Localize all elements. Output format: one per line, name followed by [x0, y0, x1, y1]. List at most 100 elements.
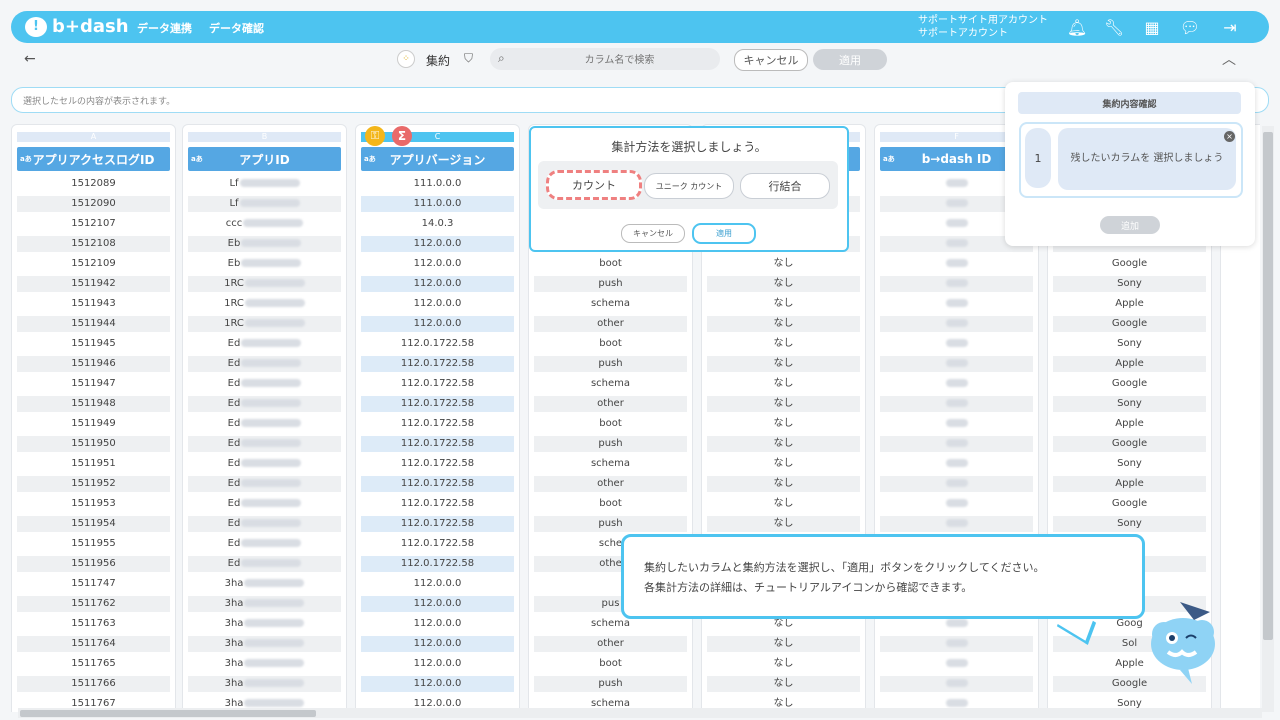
column-header[interactable]: aあ アプリバージョン	[361, 147, 514, 171]
table-cell[interactable]: 112.0.0.0	[361, 596, 514, 612]
table-cell[interactable]	[880, 516, 1033, 532]
grid-icon[interactable]: ▦	[1142, 17, 1162, 37]
cancel-button[interactable]: キャンセル	[734, 49, 808, 71]
table-cell[interactable]: 112.0.1722.58	[361, 336, 514, 352]
popover-cancel-button[interactable]: キャンセル	[621, 224, 685, 243]
key-icon[interactable]: ⚿	[365, 126, 385, 146]
column-c[interactable]: Caあ アプリバージョン 111.0.0.0 111.0.0.0 14.0.3 112.0…	[355, 124, 520, 712]
nav-data-check[interactable]: データ確認	[209, 20, 264, 36]
mascot-icon[interactable]	[1150, 598, 1220, 684]
table-cell[interactable]: 112.0.1722.58	[361, 496, 514, 512]
table-cell[interactable]	[880, 496, 1033, 512]
chevron-up-icon[interactable]: ︿	[1222, 49, 1236, 69]
table-cell[interactable]: 112.0.1722.58	[361, 396, 514, 412]
table-cell[interactable]	[880, 676, 1033, 692]
table-cell[interactable]: なし	[707, 256, 860, 272]
table-cell[interactable]: 1511953	[17, 496, 170, 512]
wrench-icon[interactable]: 🔧︎	[1104, 17, 1124, 37]
table-cell[interactable]: 112.0.1722.58	[361, 536, 514, 552]
table-cell[interactable]: Google	[1053, 496, 1206, 512]
table-cell[interactable]: 112.0.1722.58	[361, 476, 514, 492]
table-cell[interactable]: 112.0.0.0	[361, 236, 514, 252]
vertical-scroll-thumb[interactable]	[1263, 132, 1273, 640]
table-cell[interactable]: 1511948	[17, 396, 170, 412]
table-cell[interactable]: なし	[707, 376, 860, 392]
table-cell[interactable]: other	[534, 636, 687, 652]
table-cell[interactable]	[880, 636, 1033, 652]
table-cell[interactable]: 1511955	[17, 536, 170, 552]
table-cell[interactable]: Eb	[188, 256, 341, 272]
table-cell[interactable]: push	[534, 356, 687, 372]
table-cell[interactable]	[880, 296, 1033, 312]
logout-icon[interactable]: ⇥	[1220, 17, 1240, 37]
table-cell[interactable]: boot	[534, 656, 687, 672]
table-cell[interactable]: 3ha	[188, 576, 341, 592]
row-join-option[interactable]: 行結合	[740, 173, 830, 199]
table-cell[interactable]: 112.0.0.0	[361, 636, 514, 652]
table-cell[interactable]: Ed	[188, 456, 341, 472]
table-cell[interactable]: 1512089	[17, 176, 170, 192]
table-cell[interactable]: Sony	[1053, 336, 1206, 352]
table-cell[interactable]: schema	[534, 296, 687, 312]
table-cell[interactable]: Eb	[188, 236, 341, 252]
column-letter[interactable]: A	[17, 132, 170, 142]
table-cell[interactable]: 112.0.0.0	[361, 316, 514, 332]
table-cell[interactable]: 1RC	[188, 296, 341, 312]
table-cell[interactable]: Lf	[188, 196, 341, 212]
table-cell[interactable]: 1511956	[17, 556, 170, 572]
table-cell[interactable]: 1511946	[17, 356, 170, 372]
table-cell[interactable]: push	[534, 516, 687, 532]
table-cell[interactable]: boot	[534, 496, 687, 512]
apply-button[interactable]: 適用	[813, 49, 887, 70]
table-cell[interactable]: 111.0.0.0	[361, 196, 514, 212]
unique-count-option[interactable]: ユニーク カウント	[644, 173, 734, 199]
column-b[interactable]: Baあ アプリID Lf Lf ccc Eb Eb 1RC 1RC 1RC Ed Ed Ed Ed Ed Ed…	[182, 124, 347, 712]
table-cell[interactable]: なし	[707, 316, 860, 332]
help-bubble-icon[interactable]: 💬︎	[1180, 17, 1200, 37]
app-logo[interactable]: ! b+dash	[25, 16, 129, 37]
table-cell[interactable]	[880, 356, 1033, 372]
table-cell[interactable]: 1511951	[17, 456, 170, 472]
account-info[interactable]: サポートサイト用アカウント サポートアカウント	[918, 14, 1048, 40]
table-cell[interactable]: boot	[534, 416, 687, 432]
column-letter[interactable]: B	[188, 132, 341, 142]
horizontal-scrollbar[interactable]	[18, 708, 1262, 718]
table-cell[interactable]	[880, 256, 1033, 272]
table-cell[interactable]: なし	[707, 356, 860, 372]
table-cell[interactable]: 112.0.1722.58	[361, 356, 514, 372]
table-cell[interactable]: 111.0.0.0	[361, 176, 514, 192]
table-cell[interactable]: 1512109	[17, 256, 170, 272]
table-cell[interactable]: 1511764	[17, 636, 170, 652]
table-cell[interactable]: 1511952	[17, 476, 170, 492]
table-cell[interactable]: 1511949	[17, 416, 170, 432]
horizontal-scroll-thumb[interactable]	[20, 710, 316, 717]
close-icon[interactable]: ×	[1224, 131, 1235, 142]
table-cell[interactable]: 112.0.0.0	[361, 256, 514, 272]
table-cell[interactable]: 1511942	[17, 276, 170, 292]
table-cell[interactable]: Ed	[188, 476, 341, 492]
table-cell[interactable]: 112.0.1722.58	[361, 376, 514, 392]
table-cell[interactable]: なし	[707, 296, 860, 312]
table-cell[interactable]: 112.0.0.0	[361, 656, 514, 672]
table-cell[interactable]: Ed	[188, 516, 341, 532]
table-cell[interactable]: Apple	[1053, 416, 1206, 432]
table-cell[interactable]: Ed	[188, 416, 341, 432]
table-cell[interactable]: Lf	[188, 176, 341, 192]
table-cell[interactable]: Google	[1053, 376, 1206, 392]
table-cell[interactable]: なし	[707, 656, 860, 672]
table-cell[interactable]: なし	[707, 636, 860, 652]
popover-apply-button[interactable]: 適用	[692, 223, 756, 244]
table-cell[interactable]: 112.0.0.0	[361, 676, 514, 692]
table-cell[interactable]: 3ha	[188, 656, 341, 672]
table-cell[interactable]: 3ha	[188, 596, 341, 612]
table-cell[interactable]: 3ha	[188, 636, 341, 652]
table-cell[interactable]: 1511945	[17, 336, 170, 352]
table-cell[interactable]: Google	[1053, 256, 1206, 272]
table-cell[interactable]: Google	[1053, 436, 1206, 452]
table-cell[interactable]: 1RC	[188, 316, 341, 332]
table-cell[interactable]: Google	[1053, 316, 1206, 332]
table-cell[interactable]: 112.0.0.0	[361, 276, 514, 292]
table-cell[interactable]: なし	[707, 396, 860, 412]
table-cell[interactable]: なし	[707, 676, 860, 692]
table-cell[interactable]	[880, 276, 1033, 292]
